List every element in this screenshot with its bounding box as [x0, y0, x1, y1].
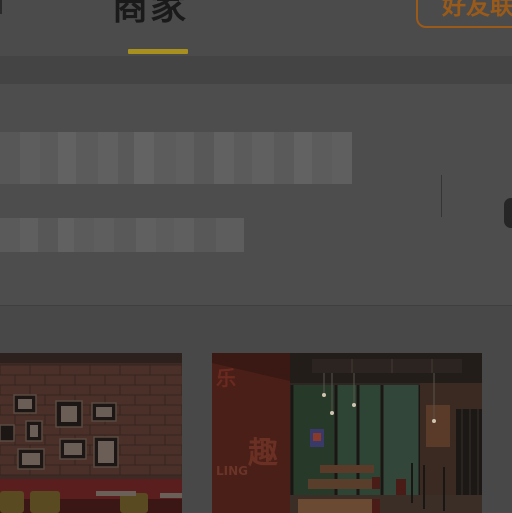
dining-room-image: 乐 趣 LING — [212, 353, 482, 513]
gallery-photo-2[interactable]: 乐 趣 LING — [212, 353, 482, 513]
gallery-photo-1[interactable] — [0, 353, 182, 513]
tab-merchant[interactable]: 商家 — [112, 0, 188, 30]
svg-text:LING: LING — [216, 464, 248, 478]
merchant-page: 商家 好友联 乐 趣 LING — [0, 0, 512, 513]
tab-bar: 商家 好友联 — [0, 0, 512, 55]
friend-button[interactable]: 好友联 — [416, 0, 512, 28]
section-separator — [0, 56, 512, 84]
restaurant-interior-image — [0, 353, 182, 513]
merchant-address-redacted — [0, 218, 244, 252]
friend-button-label: 好友联 — [442, 0, 512, 20]
vertical-divider — [441, 175, 442, 217]
tab-active-indicator — [128, 49, 188, 54]
merchant-info-panel — [0, 84, 512, 306]
svg-text:趣: 趣 — [248, 436, 278, 471]
back-icon[interactable] — [0, 0, 2, 14]
merchant-name-redacted — [0, 132, 362, 184]
side-handle-icon[interactable] — [504, 198, 512, 228]
svg-text:乐: 乐 — [216, 366, 236, 390]
